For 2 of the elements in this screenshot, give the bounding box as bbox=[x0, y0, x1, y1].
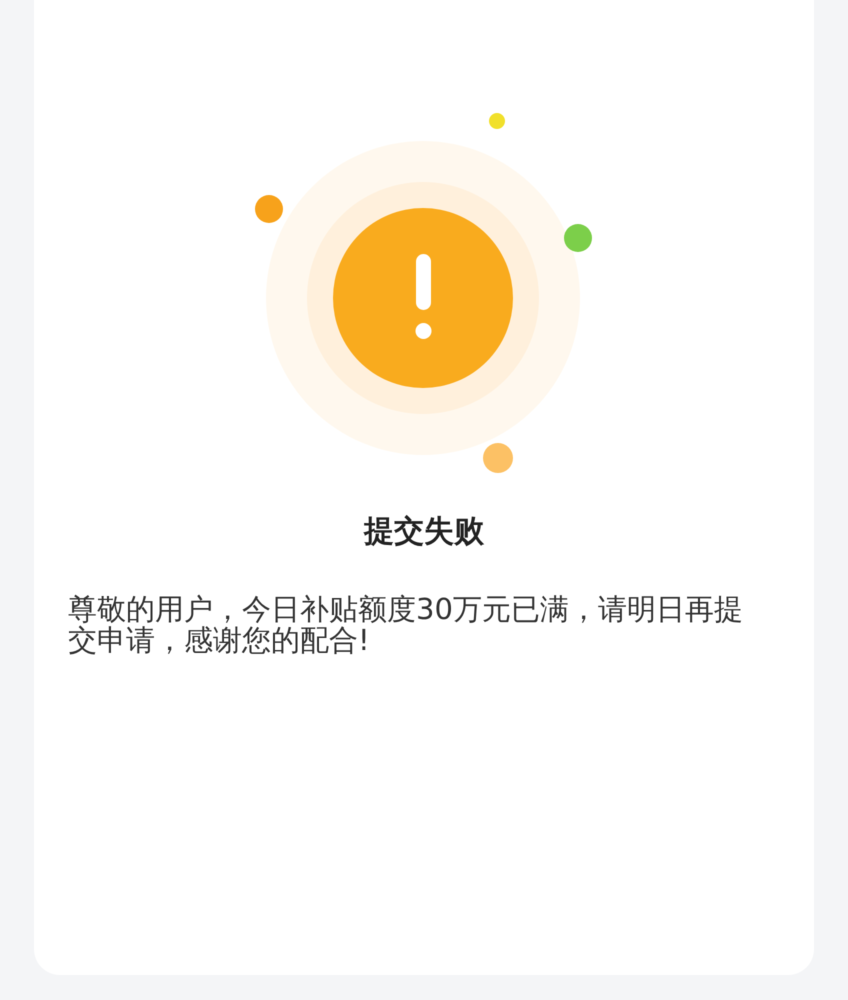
dialog-message: 尊敬的用户，今日补贴额度30万元已满，请明日再提交申请，感谢您的配合! bbox=[68, 594, 744, 656]
dialog-title: 提交失败 bbox=[364, 514, 484, 550]
